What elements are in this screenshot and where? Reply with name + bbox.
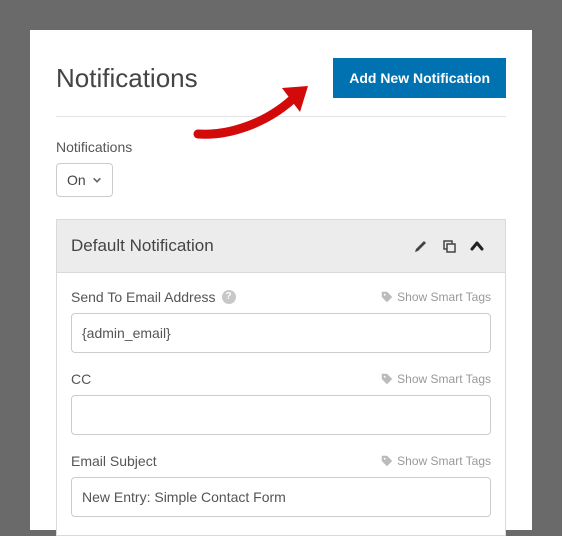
smart-tags-text: Show Smart Tags (397, 454, 491, 468)
smart-tags-link[interactable]: Show Smart Tags (381, 454, 491, 468)
field-subject: Email Subject Show Smart Tags (71, 453, 491, 517)
notifications-toggle-label: Notifications (56, 139, 506, 155)
send-to-input[interactable] (71, 313, 491, 353)
notification-card-body: Send To Email Address ? Show Smart Tags … (57, 273, 505, 517)
notification-card-title: Default Notification (71, 236, 407, 256)
field-send-to: Send To Email Address ? Show Smart Tags (71, 289, 491, 353)
notifications-panel: Notifications Add New Notification Notif… (30, 30, 532, 530)
cc-input[interactable] (71, 395, 491, 435)
field-cc: CC Show Smart Tags (71, 371, 491, 435)
pencil-icon (413, 238, 429, 254)
collapse-button[interactable] (463, 234, 491, 258)
subject-input[interactable] (71, 477, 491, 517)
smart-tags-link[interactable]: Show Smart Tags (381, 290, 491, 304)
edit-button[interactable] (407, 234, 435, 258)
smart-tags-text: Show Smart Tags (397, 372, 491, 386)
field-row: CC Show Smart Tags (71, 371, 491, 387)
duplicate-button[interactable] (435, 234, 463, 258)
subject-label: Email Subject (71, 453, 157, 469)
chevron-down-icon (92, 175, 102, 185)
tag-icon (381, 291, 393, 303)
smart-tags-link[interactable]: Show Smart Tags (381, 372, 491, 386)
field-row: Email Subject Show Smart Tags (71, 453, 491, 469)
page-header: Notifications Add New Notification (56, 58, 506, 117)
smart-tags-text: Show Smart Tags (397, 290, 491, 304)
field-row: Send To Email Address ? Show Smart Tags (71, 289, 491, 305)
send-to-label: Send To Email Address ? (71, 289, 236, 305)
tag-icon (381, 373, 393, 385)
notifications-toggle-value: On (67, 172, 86, 188)
notification-card: Default Notification (56, 219, 506, 536)
add-new-notification-button[interactable]: Add New Notification (333, 58, 506, 98)
notification-card-header: Default Notification (57, 220, 505, 273)
tag-icon (381, 455, 393, 467)
chevron-up-icon (469, 238, 485, 254)
send-to-label-text: Send To Email Address (71, 289, 216, 305)
copy-icon (441, 238, 457, 254)
notifications-toggle[interactable]: On (56, 163, 113, 197)
cc-label: CC (71, 371, 91, 387)
help-icon[interactable]: ? (222, 290, 236, 304)
page-title: Notifications (56, 63, 198, 94)
